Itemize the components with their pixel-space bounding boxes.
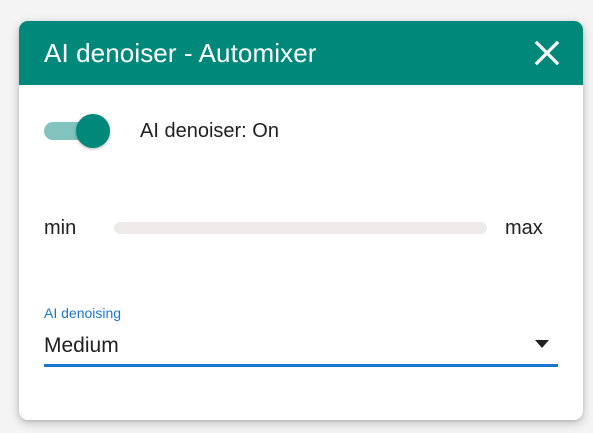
denoise-level-slider-row: min max [44,214,564,242]
denoiser-toggle[interactable] [44,113,110,149]
select-label: AI denoising [44,305,122,321]
denoiser-dialog: AI denoiser - Automixer AI denoiser: On … [19,21,583,420]
select-underline [44,364,558,367]
toggle-label: AI denoiser: On [140,120,279,142]
denoise-level-slider[interactable] [114,222,487,234]
ai-denoising-select[interactable]: AI denoising Medium [44,305,558,369]
slider-max-label: max [505,217,543,239]
slider-min-label: min [44,217,77,239]
caret-down-icon [534,339,550,349]
close-button[interactable] [533,39,561,67]
toggle-knob [76,114,110,148]
select-value: Medium [44,334,119,357]
denoiser-toggle-row: AI denoiser: On [44,113,444,149]
close-icon [534,40,560,66]
dialog-title: AI denoiser - Automixer [44,38,317,68]
dialog-header: AI denoiser - Automixer [19,21,583,85]
